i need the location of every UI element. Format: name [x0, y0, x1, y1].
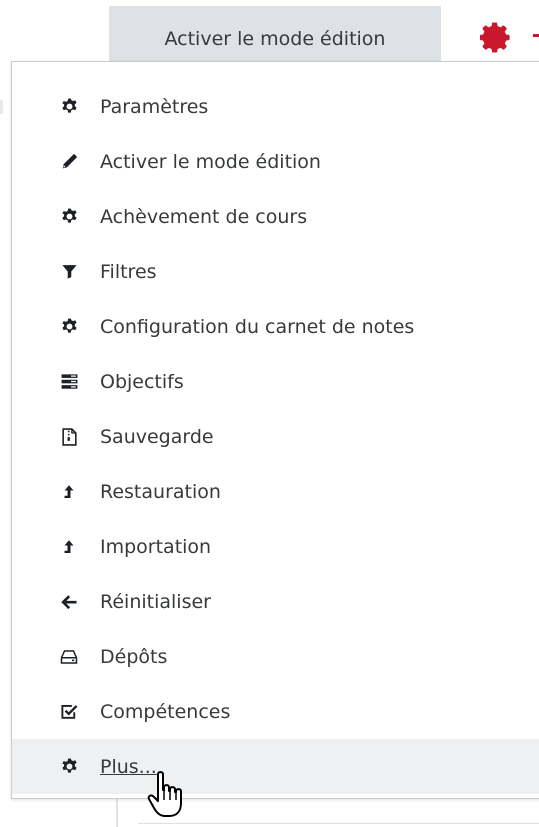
pencil-icon: [58, 151, 80, 173]
menu-item-configuration-carnet[interactable]: Configuration du carnet de notes: [12, 299, 539, 354]
menu-item-parametres[interactable]: Paramètres: [12, 79, 539, 134]
gear-icon: [58, 756, 80, 778]
menu-item-activer-mode-edition[interactable]: Activer le mode édition: [12, 134, 539, 189]
menu-item-label: Sauvegarde: [100, 425, 214, 448]
gear-icon: [58, 316, 80, 338]
background-divider: [116, 798, 118, 827]
menu-item-competences[interactable]: Compétences: [12, 684, 539, 739]
upload-arrow-icon: [58, 481, 80, 503]
list-icon: [58, 371, 80, 393]
menu-item-reinitialiser[interactable]: Réinitialiser: [12, 574, 539, 629]
menu-item-label: Objectifs: [100, 370, 184, 393]
background-edge: [0, 100, 3, 114]
menu-item-sauvegarde[interactable]: Sauvegarde: [12, 409, 539, 464]
menu-item-label: Dépôts: [100, 645, 168, 668]
upload-arrow-icon: [58, 536, 80, 558]
filter-icon: [58, 261, 80, 283]
actions-menu-toggle[interactable]: [480, 20, 539, 54]
actions-dropdown-menu: Paramètres Activer le mode édition Achèv…: [11, 61, 539, 799]
menu-item-objectifs[interactable]: Objectifs: [12, 354, 539, 409]
hard-drive-icon: [58, 646, 80, 668]
menu-item-label: Importation: [100, 535, 212, 558]
menu-item-label: Filtres: [100, 260, 157, 283]
menu-item-label: Réinitialiser: [100, 590, 211, 613]
gear-icon: [58, 206, 80, 228]
gear-icon: [58, 96, 80, 118]
chevron-down-icon: [533, 34, 539, 37]
menu-item-label: Restauration: [100, 480, 221, 503]
hand-pointer-cursor-icon: [146, 770, 192, 820]
archive-file-icon: [58, 426, 80, 448]
menu-item-depots[interactable]: Dépôts: [12, 629, 539, 684]
menu-item-filtres[interactable]: Filtres: [12, 244, 539, 299]
checkbox-icon: [58, 701, 80, 723]
arrow-left-icon: [58, 591, 80, 613]
menu-item-importation[interactable]: Importation: [12, 519, 539, 574]
menu-item-plus[interactable]: Plus...: [12, 739, 539, 794]
menu-item-label: Paramètres: [100, 95, 209, 118]
menu-item-label: Achèvement de cours: [100, 205, 308, 228]
menu-item-achevement-cours[interactable]: Achèvement de cours: [12, 189, 539, 244]
background-border: [138, 823, 539, 824]
page: Activer le mode édition Paramètres Activ…: [0, 0, 539, 827]
menu-item-label: Activer le mode édition: [100, 150, 321, 173]
menu-item-label: Configuration du carnet de notes: [100, 315, 415, 338]
menu-item-restauration[interactable]: Restauration: [12, 464, 539, 519]
gear-icon: [480, 20, 514, 54]
menu-item-label: Compétences: [100, 700, 231, 723]
